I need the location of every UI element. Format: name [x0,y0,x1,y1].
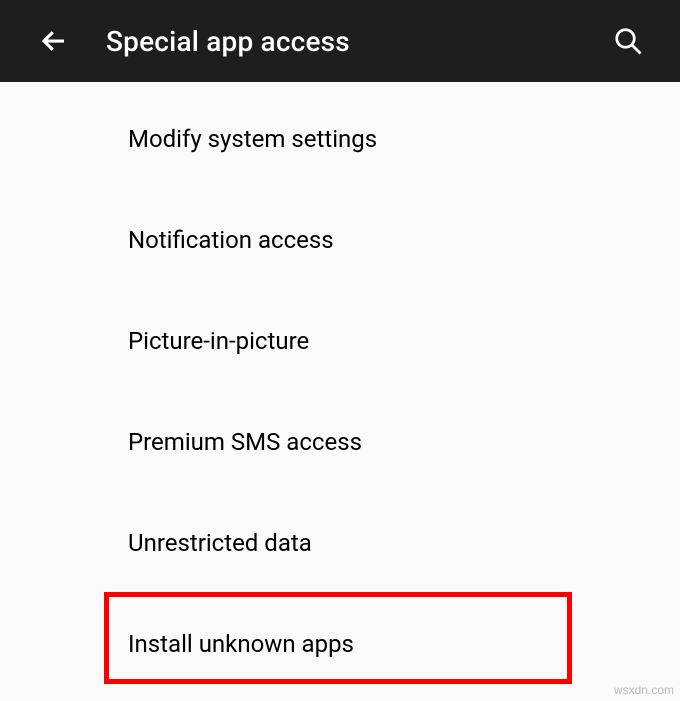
list-item-modify-system-settings[interactable]: Modify system settings [0,88,680,189]
arrow-left-icon [39,26,69,56]
list-item-label: Premium SMS access [128,428,362,456]
settings-list: Modify system settings Notification acce… [0,82,680,694]
list-item-notification-access[interactable]: Notification access [0,189,680,290]
list-item-premium-sms-access[interactable]: Premium SMS access [0,391,680,492]
list-item-install-unknown-apps[interactable]: Install unknown apps [0,593,680,694]
list-item-label: Modify system settings [128,125,377,153]
list-item-unrestricted-data[interactable]: Unrestricted data [0,492,680,593]
list-item-label: Picture-in-picture [128,327,309,355]
list-item-label: Notification access [128,226,334,254]
search-button[interactable] [606,19,650,63]
list-item-picture-in-picture[interactable]: Picture-in-picture [0,290,680,391]
app-bar: Special app access [0,0,680,82]
back-button[interactable] [34,21,74,61]
watermark: wsxdn.com [614,683,674,697]
list-item-label: Install unknown apps [128,630,354,658]
search-icon [613,26,643,56]
page-title: Special app access [106,25,574,58]
list-item-label: Unrestricted data [128,529,312,557]
